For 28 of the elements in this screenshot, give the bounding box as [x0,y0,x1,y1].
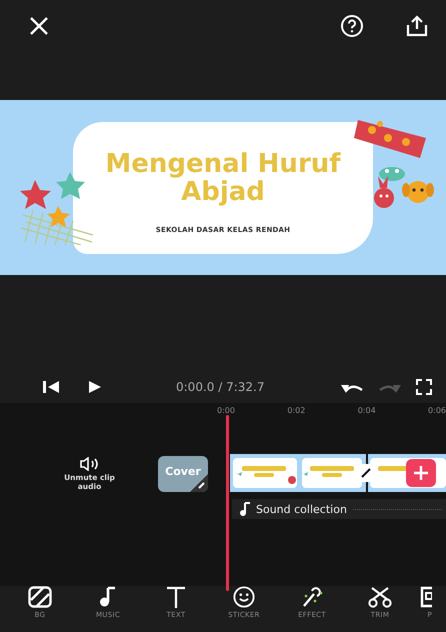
fullscreen-icon[interactable] [416,378,432,394]
play-icon[interactable] [88,380,102,394]
music-note-icon [240,502,250,516]
speaker-icon [80,457,100,471]
help-icon[interactable] [340,14,364,38]
plus-icon [414,466,428,480]
striped-square-icon [28,586,52,608]
add-clip-button[interactable] [406,459,436,487]
frame-icon [420,586,432,608]
close-icon[interactable] [28,15,50,37]
ruler-label: 0:02 [287,406,306,417]
ruler-label: 0:00 [217,406,235,417]
playback-time: 0:00.0 / 7:32.7 [176,380,264,394]
sound-track-label: Sound collection [256,502,347,516]
music-note-icon [99,586,117,608]
pencil-icon [190,474,208,492]
scissors-icon [367,586,393,608]
share-icon[interactable] [404,14,430,38]
text-icon [166,586,186,608]
pencil-icon [361,468,371,478]
skip-to-start-icon[interactable] [42,380,60,394]
smiley-icon [232,586,256,608]
slide-title: Mengenal Huruf Abjad [104,150,342,206]
ruler-label: 0:04 [358,406,376,417]
ruler-label: 0:06 [428,406,446,417]
sound-track[interactable]: Sound collection [232,499,446,519]
cover-button[interactable]: Cover [158,456,208,492]
magic-wand-icon [300,586,324,608]
